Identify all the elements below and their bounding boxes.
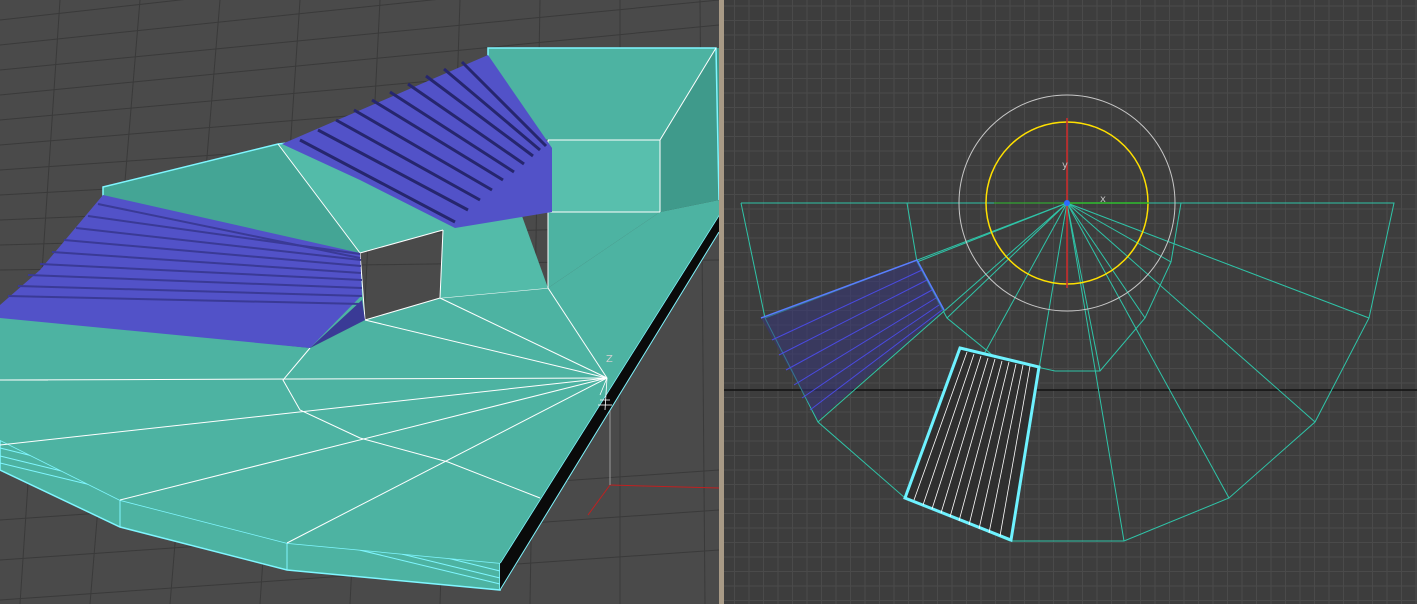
y-axis-label: y (1062, 160, 1068, 171)
perspective-viewport[interactable]: Z (0, 0, 719, 604)
selected-stair-segment[interactable] (903, 346, 1041, 543)
perspective-canvas[interactable]: Z (0, 0, 719, 604)
top-canvas[interactable]: y x (724, 0, 1417, 604)
z-axis-label: Z (606, 354, 613, 365)
x-axis-label: x (1100, 194, 1106, 205)
top-viewport[interactable]: y x (724, 0, 1417, 604)
